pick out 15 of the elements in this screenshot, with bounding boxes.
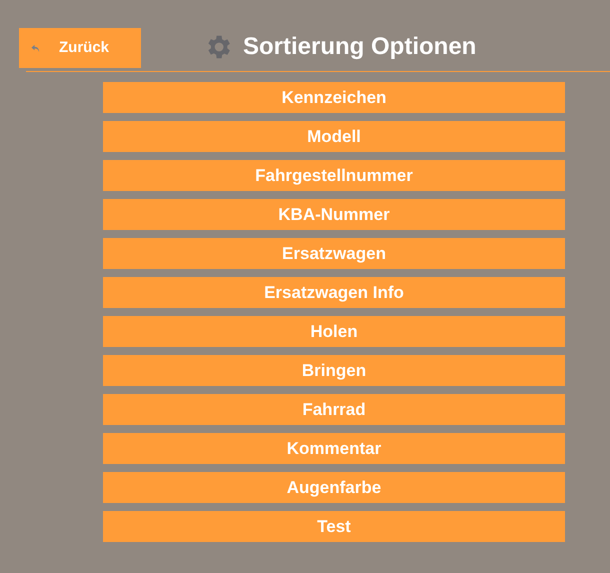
sort-option-button[interactable]: Kennzeichen <box>103 82 565 113</box>
back-button[interactable]: Zurück <box>19 28 141 68</box>
sort-option-button[interactable]: Test <box>103 511 565 542</box>
sort-option-button[interactable]: Holen <box>103 316 565 347</box>
sort-option-button[interactable]: Augenfarbe <box>103 472 565 503</box>
back-arrow-icon <box>31 44 40 52</box>
sort-option-button[interactable]: Fahrrad <box>103 394 565 425</box>
sort-option-button[interactable]: Ersatzwagen Info <box>103 277 565 308</box>
sort-option-button[interactable]: Bringen <box>103 355 565 386</box>
sort-option-button[interactable]: Fahrgestellnummer <box>103 160 565 191</box>
sort-option-button[interactable]: Modell <box>103 121 565 152</box>
sort-option-button[interactable]: KBA-Nummer <box>103 199 565 230</box>
sort-option-button[interactable]: Kommentar <box>103 433 565 464</box>
sort-option-button[interactable]: Ersatzwagen <box>103 238 565 269</box>
page-title: Sortierung Optionen <box>243 35 476 59</box>
